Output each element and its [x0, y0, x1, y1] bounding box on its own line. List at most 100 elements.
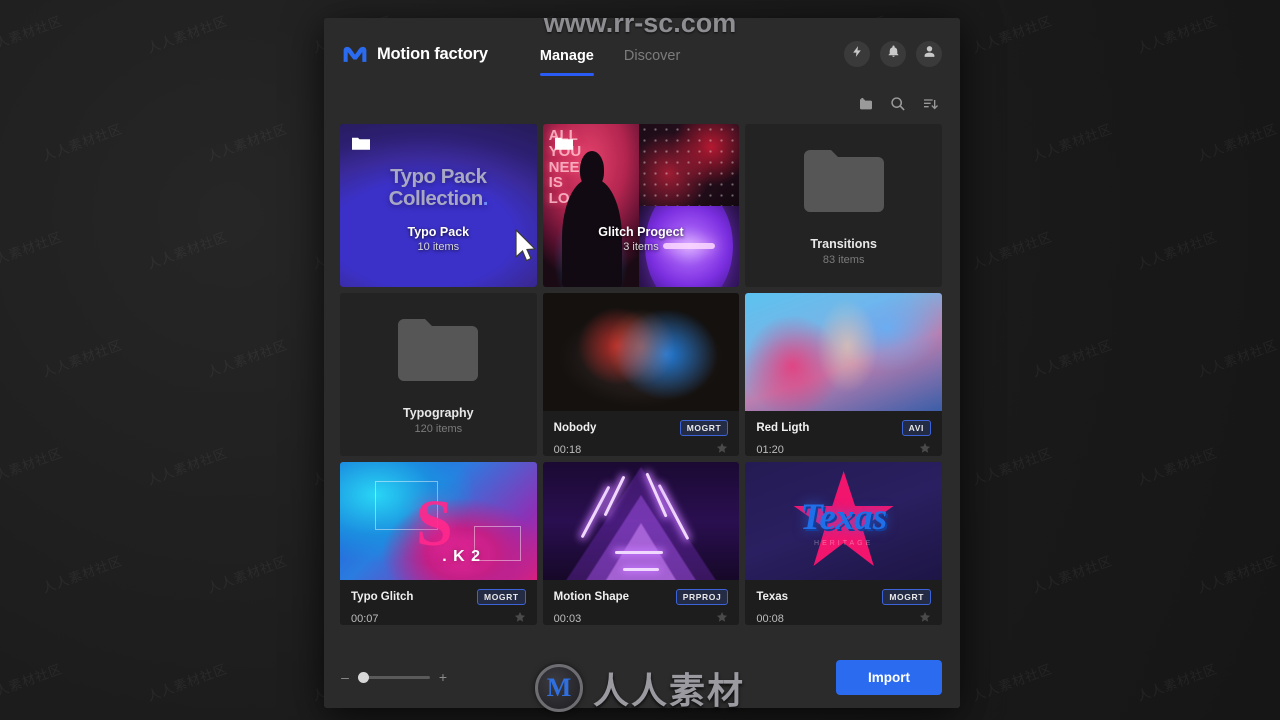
- asset-duration: 00:18: [553, 444, 582, 456]
- sort-button[interactable]: [922, 96, 938, 117]
- folder-badge-icon: [554, 136, 573, 155]
- favorite-button[interactable]: [514, 610, 526, 625]
- star-icon: [919, 443, 931, 453]
- watermark-logo-letter: M: [546, 673, 572, 702]
- watermark-tile: 人人素材社区: [205, 553, 290, 597]
- watermark-tile: 人人素材社区: [1195, 553, 1280, 597]
- art-texas-wordmark: Texas: [800, 497, 888, 539]
- watermark-tile: 人人素材社区: [1135, 445, 1220, 489]
- asset-name: Texas: [756, 591, 789, 603]
- watermark-tile: 人人素材社区: [40, 121, 125, 165]
- asset-name: Red Ligth: [756, 422, 810, 434]
- asset-card-nobody[interactable]: Nobody MOGRT 00:18: [542, 293, 740, 456]
- folder-card-typography[interactable]: Typography 120 items: [340, 293, 537, 456]
- art-title-dot: .: [482, 187, 489, 211]
- brand-name: Motion factory: [377, 44, 488, 63]
- account-button[interactable]: [916, 41, 942, 67]
- collection-label: Glitch Progect 3 items: [543, 225, 740, 253]
- asset-format-badge: MOGRT: [882, 589, 931, 605]
- header-actions: [844, 41, 942, 67]
- brand: Motion factory: [342, 44, 488, 64]
- asset-format-badge: MOGRT: [679, 420, 729, 436]
- asset-duration: 00:08: [756, 613, 784, 625]
- asset-meta: Nobody MOGRT 00:18: [542, 411, 740, 456]
- folder-icon: [801, 146, 887, 217]
- star-icon: [717, 612, 728, 622]
- watermark-tile: 人人素材社区: [1195, 337, 1280, 381]
- asset-format-badge: PRPROJ: [675, 589, 729, 605]
- search-icon: [890, 96, 906, 117]
- watermark-tile: 人人素材社区: [145, 229, 230, 273]
- sort-icon: [922, 96, 938, 117]
- folder-content: Transitions 83 items: [745, 124, 942, 287]
- folder-card-transitions[interactable]: Transitions 83 items: [745, 124, 942, 287]
- asset-meta-bottom: 00:03: [554, 610, 729, 625]
- folder-name: Typography: [403, 405, 474, 420]
- watermark-tile: 人人素材社区: [205, 337, 290, 381]
- favorite-button[interactable]: [716, 441, 728, 456]
- collection-name: Typo Pack: [407, 225, 470, 239]
- collection-card-glitch-progect[interactable]: ALL YOU NEED IS LO Glitch Progect 3 items: [542, 124, 740, 287]
- watermark-tile: 人人素材社区: [40, 337, 125, 381]
- asset-meta-bottom: 00:08: [756, 610, 931, 625]
- collection-name: Glitch Progect: [598, 225, 684, 239]
- asset-card-texas[interactable]: Texas HERITAGE Texas MOGRT 00:08: [745, 462, 942, 625]
- watermark-url: www.rr-sc.com: [543, 8, 737, 38]
- tab-manage[interactable]: Manage: [539, 48, 594, 76]
- asset-card-typo-glitch[interactable]: S . K 2 Typo Glitch MOGRT 00:07: [340, 462, 537, 625]
- folder-badge-icon: [352, 136, 370, 155]
- folder-name: Transitions: [810, 236, 877, 251]
- folder-count: 120 items: [414, 422, 463, 435]
- art-neon-bar: [615, 551, 664, 555]
- add-folder-button[interactable]: [858, 96, 874, 117]
- star-icon: [919, 612, 931, 622]
- asset-meta-top: Typo Glitch MOGRT: [351, 589, 526, 605]
- asset-meta-bottom: 01:20: [756, 441, 931, 456]
- asset-card-red-ligth[interactable]: Red Ligth AVI 01:20: [745, 293, 942, 456]
- collection-count: 3 items: [623, 241, 659, 253]
- collection-card-typo-pack[interactable]: Typo Pack Collection. Typo Pack 10 items: [340, 124, 537, 287]
- art-title-line1: Typo Pack: [390, 165, 487, 188]
- folder-icon: [395, 315, 481, 386]
- asset-format-badge: AVI: [901, 420, 931, 436]
- art-title-line2: Collection: [388, 187, 484, 211]
- favorite-button[interactable]: [919, 610, 931, 625]
- star-icon: [717, 443, 728, 453]
- asset-meta-top: Motion Shape PRPROJ: [554, 589, 729, 605]
- watermark-tile: 人人素材社区: [1195, 121, 1280, 165]
- watermark-tile: 人人素材社区: [1030, 553, 1115, 597]
- motion-factory-window: Motion factory Manage Discover Typo Pack…: [324, 18, 960, 708]
- asset-card-motion-shape[interactable]: Motion Shape PRPROJ 00:03: [542, 462, 740, 625]
- tab-discover[interactable]: Discover: [624, 48, 680, 76]
- asset-meta: Texas MOGRT 00:08: [745, 580, 942, 625]
- asset-meta-bottom: 00:18: [554, 441, 729, 456]
- asset-preview: S . K 2: [340, 462, 537, 580]
- folder-count: 83 items: [822, 253, 865, 266]
- collection-label: Typo Pack 10 items: [340, 225, 537, 253]
- watermark-tile: 人人素材社区: [970, 229, 1055, 273]
- asset-name: Nobody: [553, 422, 597, 434]
- folder-content: Typography 120 items: [340, 293, 537, 456]
- asset-grid: Typo Pack Collection. Typo Pack 10 items…: [324, 122, 960, 625]
- asset-meta-top: Texas MOGRT: [756, 589, 931, 605]
- asset-meta: Motion Shape PRPROJ 00:03: [542, 580, 740, 625]
- asset-meta: Typo Glitch MOGRT 00:07: [340, 580, 537, 625]
- watermark-tile: 人人素材社区: [40, 553, 125, 597]
- asset-format-badge: MOGRT: [477, 589, 526, 605]
- screen-root: 人人素材社区 人人素材社区 人人素材社区 人人素材社区 人人素材社区 人人素材社区 人人素材…: [0, 0, 1280, 720]
- asset-meta-bottom: 00:07: [351, 610, 526, 625]
- favorite-button[interactable]: [716, 610, 728, 625]
- watermark-tile: 人人素材社区: [1030, 337, 1115, 381]
- favorite-button[interactable]: [919, 441, 931, 456]
- notifications-button[interactable]: [880, 41, 906, 67]
- watermark-tile: 人人素材社区: [0, 445, 65, 489]
- collage-dots: [639, 124, 740, 206]
- art-texas-subtitle: HERITAGE: [814, 539, 874, 547]
- user-icon: [923, 45, 936, 63]
- bolt-button[interactable]: [844, 41, 870, 67]
- search-button[interactable]: [890, 96, 906, 117]
- asset-meta-top: Red Ligth AVI: [756, 420, 931, 436]
- asset-name: Motion Shape: [553, 591, 630, 603]
- asset-duration: 00:07: [351, 613, 379, 625]
- motion-factory-logo-icon: [342, 44, 368, 64]
